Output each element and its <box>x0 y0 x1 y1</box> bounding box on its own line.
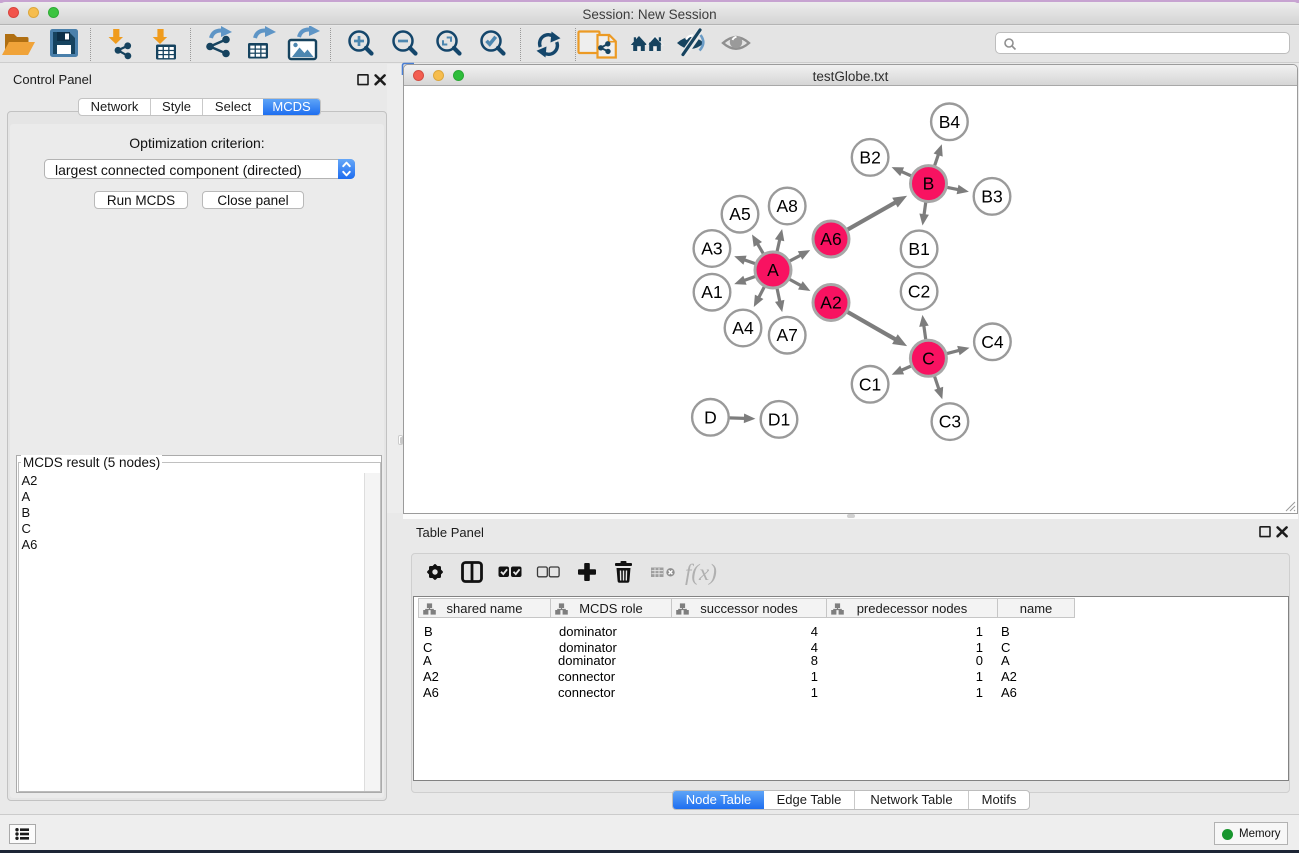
svg-text:A1: A1 <box>701 282 722 302</box>
svg-text:C2: C2 <box>908 282 930 302</box>
svg-text:D: D <box>704 407 717 427</box>
svg-text:f(x): f(x) <box>685 560 717 585</box>
svg-text:C3: C3 <box>939 412 961 432</box>
svg-text:C1: C1 <box>859 374 881 394</box>
svg-text:A: A <box>767 260 779 280</box>
svg-text:A6: A6 <box>820 229 841 249</box>
svg-text:C: C <box>922 348 935 368</box>
svg-text:A8: A8 <box>776 196 797 216</box>
svg-text:B1: B1 <box>908 239 929 259</box>
svg-text:A5: A5 <box>729 204 750 224</box>
svg-text:C4: C4 <box>981 332 1004 352</box>
svg-text:B4: B4 <box>939 112 961 132</box>
svg-text:D1: D1 <box>768 409 790 429</box>
svg-text:B3: B3 <box>981 186 1002 206</box>
svg-text:B2: B2 <box>859 147 880 167</box>
svg-text:A2: A2 <box>820 293 841 313</box>
svg-text:A3: A3 <box>701 239 722 259</box>
svg-text:B: B <box>923 174 935 194</box>
svg-text:A4: A4 <box>732 318 754 338</box>
svg-text:A7: A7 <box>776 325 797 345</box>
